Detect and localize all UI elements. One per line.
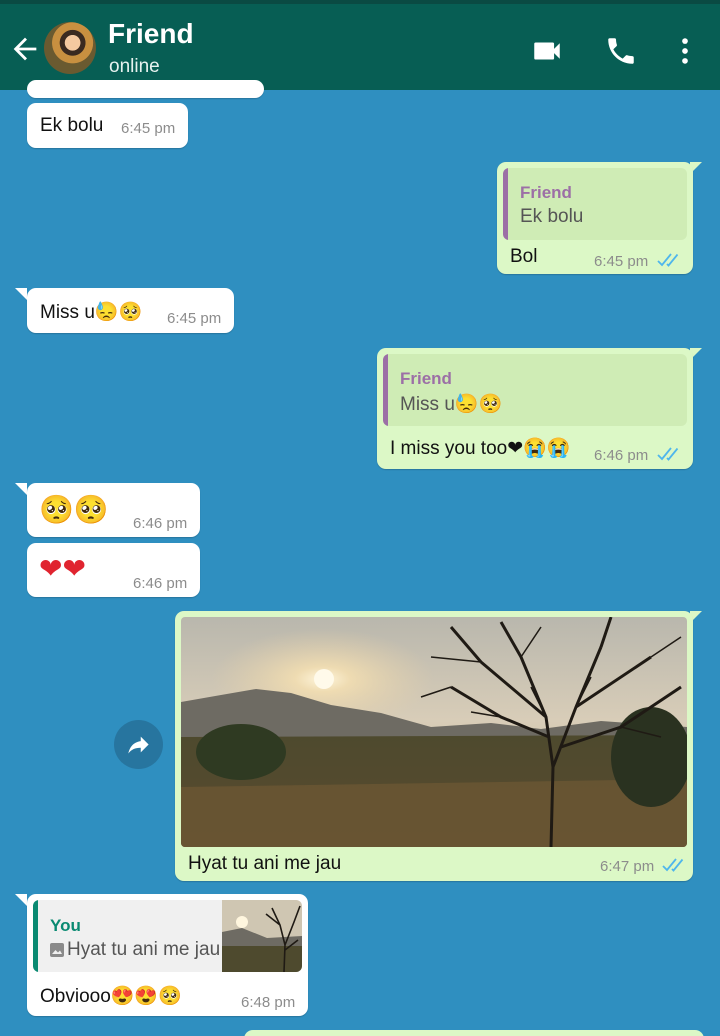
quoted-photo-thumbnail bbox=[222, 900, 302, 972]
message-bubble-outgoing[interactable]: Friend Miss u😓🥺 I miss you too❤😭😭 6:46 p… bbox=[377, 348, 693, 469]
message-text: Miss u😓🥺 bbox=[40, 302, 143, 323]
sunset-landscape-photo[interactable] bbox=[181, 617, 687, 847]
quoted-message[interactable]: Friend Miss u😓🥺 bbox=[383, 354, 687, 426]
message-time: 6:45 pm bbox=[594, 253, 649, 270]
message-text: Ek bolu bbox=[40, 115, 104, 136]
forward-button[interactable] bbox=[114, 720, 163, 769]
quoted-message[interactable]: Friend Ek bolu bbox=[503, 168, 687, 240]
quote-text: Hyat tu ani me jau bbox=[67, 939, 221, 960]
message-time: 6:46 pm bbox=[133, 575, 188, 592]
quote-author: Friend bbox=[520, 183, 572, 202]
message-bubble-partial bbox=[27, 80, 264, 98]
read-receipt-icon bbox=[662, 858, 684, 872]
message-bubble-partial bbox=[244, 1030, 704, 1036]
message-time: 6:46 pm bbox=[594, 447, 649, 464]
quote-text: Miss u😓🥺 bbox=[400, 394, 503, 415]
message-text: 🥺🥺 bbox=[39, 494, 109, 525]
bubble-tail bbox=[15, 894, 27, 906]
message-text: I miss you too❤😭😭 bbox=[390, 438, 571, 459]
message-time: 6:45 pm bbox=[167, 310, 222, 327]
more-options-icon[interactable] bbox=[668, 34, 702, 68]
photo-icon bbox=[50, 943, 64, 957]
image-caption: Hyat tu ani me jau bbox=[188, 853, 342, 874]
quote-author: You bbox=[50, 916, 81, 935]
quote-bar bbox=[33, 900, 38, 972]
quote-author: Friend bbox=[400, 369, 452, 388]
quote-bar bbox=[383, 354, 388, 426]
message-bubble-outgoing[interactable]: Hyat tu ani me jau 6:47 pm bbox=[175, 611, 693, 881]
phone-icon[interactable] bbox=[604, 34, 638, 68]
read-receipt-icon bbox=[657, 253, 679, 267]
video-call-icon[interactable] bbox=[530, 34, 564, 68]
message-bubble-incoming[interactable]: ❤❤ 6:46 pm bbox=[27, 543, 200, 597]
quote-bar bbox=[503, 168, 508, 240]
message-bubble-outgoing[interactable]: Friend Ek bolu Bol 6:45 pm bbox=[497, 162, 693, 274]
chat-header: Friend online bbox=[0, 0, 720, 90]
message-time: 6:47 pm bbox=[600, 858, 655, 875]
bubble-tail bbox=[15, 288, 27, 300]
message-bubble-incoming[interactable]: Ek bolu 6:45 pm bbox=[27, 103, 188, 148]
contact-name[interactable]: Friend bbox=[108, 18, 194, 50]
message-time: 6:46 pm bbox=[133, 515, 188, 532]
message-time: 6:48 pm bbox=[241, 994, 296, 1011]
message-text: Obviooo😍😍🥺 bbox=[40, 986, 182, 1007]
bubble-tail bbox=[15, 483, 27, 495]
avatar[interactable] bbox=[44, 22, 96, 74]
contact-status: online bbox=[109, 56, 160, 77]
message-text: ❤❤ bbox=[39, 553, 86, 584]
message-bubble-incoming[interactable]: 🥺🥺 6:46 pm bbox=[27, 483, 200, 537]
message-text: Bol bbox=[510, 246, 538, 267]
message-time: 6:45 pm bbox=[121, 120, 176, 137]
back-arrow-icon[interactable] bbox=[8, 32, 42, 66]
read-receipt-icon bbox=[657, 447, 679, 461]
message-bubble-incoming[interactable]: Miss u😓🥺 6:45 pm bbox=[27, 288, 234, 333]
quote-text: Ek bolu bbox=[520, 206, 584, 227]
message-bubble-incoming[interactable]: You Hyat tu ani me jau Obviooo😍😍🥺 6:48 p… bbox=[27, 894, 308, 1016]
quoted-message[interactable]: You Hyat tu ani me jau bbox=[33, 900, 302, 972]
forward-icon bbox=[128, 736, 149, 754]
